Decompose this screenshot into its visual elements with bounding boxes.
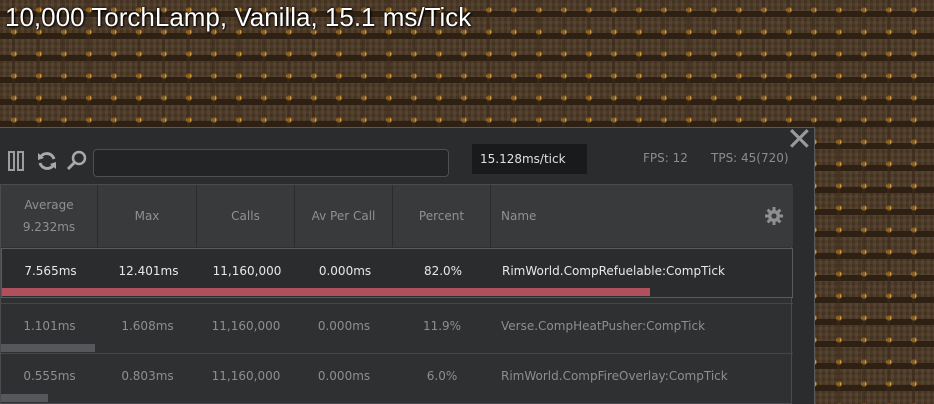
cell-percent: 6.0% (426, 369, 458, 383)
table-row[interactable]: 0.555ms 0.803ms 11,160,000 0.000ms 6.0% RimWo… (1, 353, 793, 403)
cell-max: 0.803ms (121, 369, 174, 383)
cell-av-per-call: 0.000ms (318, 264, 372, 278)
table-row[interactable]: 1.101ms 1.608ms 11,160,000 0.000ms 11.9% Vers… (1, 303, 793, 353)
cell-calls: 11,160,000 (211, 369, 281, 383)
header-max[interactable]: Max (98, 185, 197, 247)
gear-icon[interactable] (764, 206, 784, 226)
cell-percent: 11.9% (422, 319, 462, 333)
close-icon[interactable]: ✕ (786, 123, 813, 155)
cell-av-per-call: 0.000ms (317, 369, 371, 383)
search-icon-svg (66, 150, 87, 171)
pause-icon-svg (8, 151, 24, 171)
search-icon[interactable] (66, 150, 88, 172)
tick-time-display: 15.128ms/tick (472, 144, 587, 174)
pause-icon[interactable] (5, 150, 27, 172)
cell-average: 1.101ms (23, 319, 76, 333)
header-percent[interactable]: Percent (393, 185, 491, 247)
fps-readout: FPS: 12 (643, 151, 688, 165)
tps-readout: TPS: 45(720) (711, 151, 789, 165)
cell-max: 12.401ms (118, 264, 179, 278)
percent-bar (2, 288, 650, 296)
header-average-total: 9.232ms (22, 220, 76, 234)
refresh-icon-svg (38, 152, 56, 170)
cell-name: Verse.CompHeatPusher:CompTick (501, 319, 706, 333)
percent-bar (1, 394, 48, 402)
percent-bar (1, 344, 95, 352)
cell-calls: 11,160,000 (211, 319, 281, 333)
cell-calls: 11,160,000 (212, 264, 282, 278)
cell-average: 7.565ms (24, 264, 77, 278)
refresh-icon[interactable] (36, 150, 58, 172)
profiler-table: Average 9.232ms Max Calls Av Per Call Pe… (0, 184, 793, 404)
cell-percent: 82.0% (423, 264, 463, 278)
gear-icon-svg (765, 207, 783, 225)
header-average-label: Average (24, 198, 74, 212)
header-average[interactable]: Average 9.232ms (1, 185, 98, 247)
overlay-title: 10,000 TorchLamp, Vanilla, 15.1 ms/Tick (5, 2, 472, 32)
table-row[interactable]: 7.565ms 12.401ms 11,160,000 0.000ms 82.0% Rim… (1, 248, 793, 298)
cell-average: 0.555ms (23, 369, 76, 383)
cell-name: RimWorld.CompRefuelable:CompTick (502, 264, 725, 278)
cell-av-per-call: 0.000ms (317, 319, 371, 333)
cell-name: RimWorld.CompFireOverlay:CompTick (501, 369, 728, 383)
cell-max: 1.608ms (121, 319, 174, 333)
search-input[interactable] (93, 149, 449, 177)
header-av-per-call[interactable]: Av Per Call (295, 185, 393, 247)
header-name[interactable]: Name (491, 185, 793, 247)
header-calls[interactable]: Calls (197, 185, 295, 247)
table-header: Average 9.232ms Max Calls Av Per Call Pe… (1, 185, 793, 248)
